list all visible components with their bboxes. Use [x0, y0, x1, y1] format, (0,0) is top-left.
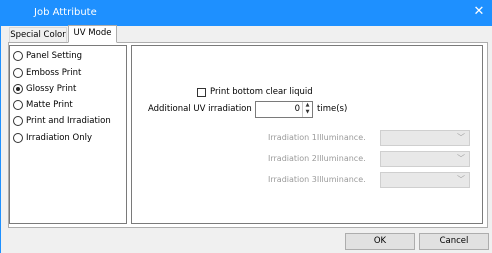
radio-button-icon[interactable]	[13, 51, 23, 61]
radio-matte-print[interactable]: Matte Print	[13, 98, 73, 112]
window-title: Job Attribute	[34, 7, 97, 18]
illuminance-2-select[interactable]: ﹀	[380, 151, 470, 167]
radio-label: Matte Print	[26, 100, 73, 110]
radio-label: Glossy Print	[26, 84, 77, 94]
illuminance-2-label: Irradiation 2Illuminance.	[268, 154, 366, 163]
cancel-button[interactable]: Cancel	[419, 233, 489, 250]
clear-liquid-option[interactable]: Print bottom clear liquid	[197, 86, 313, 98]
radio-button-icon[interactable]	[13, 100, 23, 110]
radio-label: Emboss Print	[26, 68, 82, 78]
uv-irradiation-value[interactable]: 0	[295, 104, 300, 114]
tab-uv-mode[interactable]: UV Mode	[68, 25, 117, 43]
checkbox-icon[interactable]	[197, 87, 206, 97]
radio-panel-setting[interactable]: Panel Setting	[13, 49, 82, 63]
uv-irradiation-stepper[interactable]: 0 ▲ ▼	[255, 101, 313, 118]
chevron-down-icon: ﹀	[457, 133, 465, 142]
close-icon[interactable]: ✕	[472, 5, 486, 19]
radio-label: Irradiation Only	[26, 133, 92, 143]
chevron-up-icon[interactable]: ▲	[303, 102, 312, 109]
illuminance-1-label: Irradiation 1Illuminance.	[268, 133, 366, 142]
radio-label: Print and Irradiation	[26, 116, 111, 126]
stepper-arrows[interactable]: ▲ ▼	[302, 102, 312, 117]
radio-print-and-irradiation[interactable]: Print and Irradiation	[13, 114, 111, 128]
radio-label: Panel Setting	[26, 51, 83, 61]
radio-button-icon[interactable]	[13, 116, 23, 126]
title-bar: Job Attribute ✕	[0, 0, 492, 26]
illuminance-3-label: Irradiation 3Illuminance.	[268, 175, 366, 184]
chevron-down-icon[interactable]: ▼	[303, 109, 312, 116]
radio-button-icon[interactable]	[13, 68, 23, 78]
uv-unit-label: time(s)	[317, 104, 348, 114]
clear-liquid-label: Print bottom clear liquid	[210, 87, 313, 97]
illuminance-3-select[interactable]: ﹀	[380, 172, 470, 188]
radio-emboss-print[interactable]: Emboss Print	[13, 66, 81, 80]
radio-button-checked-icon[interactable]	[13, 84, 23, 94]
radio-glossy-print[interactable]: Glossy Print	[13, 82, 76, 96]
radio-button-icon[interactable]	[13, 133, 23, 143]
chevron-down-icon: ﹀	[457, 175, 465, 184]
illuminance-1-select[interactable]: ﹀	[380, 130, 470, 146]
chevron-down-icon: ﹀	[457, 154, 465, 163]
tab-special-color[interactable]: Special Color	[9, 27, 67, 43]
radio-irradiation-only[interactable]: Irradiation Only	[13, 131, 92, 145]
ok-button[interactable]: OK	[345, 233, 415, 250]
uv-irradiation-label: Additional UV irradiation	[148, 104, 252, 114]
